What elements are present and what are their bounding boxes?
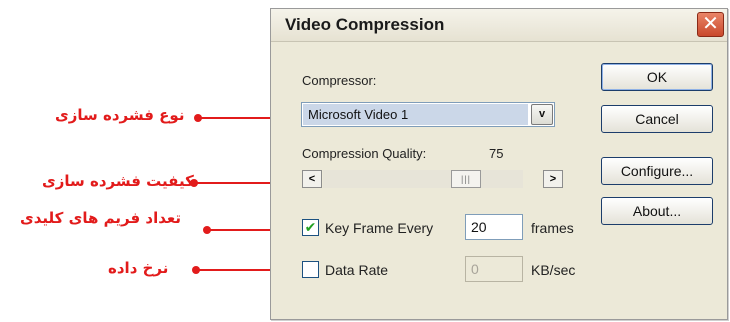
close-button[interactable]: ✕ (697, 12, 724, 37)
compressor-select[interactable]: Microsoft Video 1 v (301, 102, 555, 127)
compressor-select-value: Microsoft Video 1 (303, 104, 528, 125)
quality-slider-thumb[interactable]: ||| (451, 170, 481, 188)
quality-value: 75 (489, 146, 504, 161)
data-rate-label: Data Rate (325, 262, 389, 278)
annotation-compression-type: نوع فشرده سازی (55, 106, 185, 124)
dialog-title: Video Compression (285, 15, 445, 34)
key-frame-input[interactable]: 20 (465, 214, 523, 240)
quality-label: Compression Quality: (302, 146, 427, 161)
annotation-compression-quality: کیفیت فشرده سازی (42, 172, 194, 190)
close-icon: ✕ (702, 13, 719, 35)
scroll-left-icon[interactable]: < (302, 170, 322, 188)
about-button[interactable]: About... (601, 197, 713, 225)
chevron-down-icon[interactable]: v (531, 104, 553, 125)
key-frame-unit: frames (531, 220, 574, 236)
data-rate-checkbox[interactable] (302, 261, 319, 278)
annotation-key-frames: تعداد فریم های کلیدی (20, 209, 181, 227)
key-frame-checkbox[interactable]: ✔ (302, 219, 319, 236)
data-rate-unit: KB/sec (531, 262, 576, 278)
annotation-data-rate: نرخ داده (108, 259, 169, 277)
compressor-label: Compressor: (302, 73, 377, 88)
title-bar: Video Compression ✕ (271, 9, 727, 42)
ok-button[interactable]: OK (601, 63, 713, 91)
scroll-right-icon[interactable]: > (543, 170, 563, 188)
key-frame-label: Key Frame Every (325, 220, 434, 236)
cancel-button[interactable]: Cancel (601, 105, 713, 133)
data-rate-input[interactable]: 0 (465, 256, 523, 282)
quality-slider-track[interactable]: ||| (323, 170, 523, 188)
video-compression-dialog: Video Compression ✕ Compressor: Microsof… (270, 8, 728, 320)
configure-button[interactable]: Configure... (601, 157, 713, 185)
